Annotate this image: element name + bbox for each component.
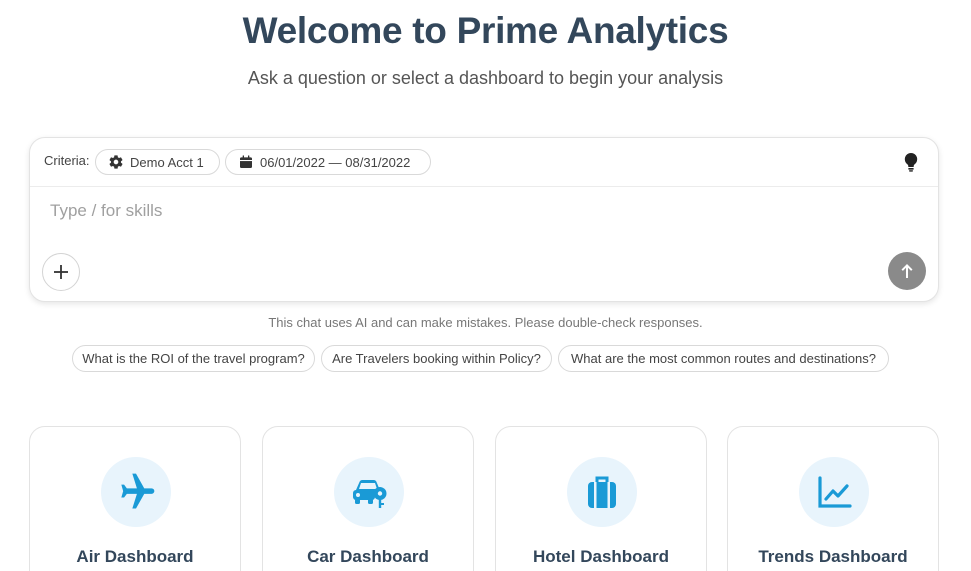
trends-dashboard-card[interactable]: Trends Dashboard xyxy=(727,426,939,571)
card-icon-circle xyxy=(101,457,171,527)
send-button[interactable] xyxy=(888,252,926,290)
suggestion-list: What is the ROI of the travel program? A… xyxy=(0,345,971,373)
suggestion-roi[interactable]: What is the ROI of the travel program? xyxy=(72,345,315,372)
calendar-icon xyxy=(238,154,254,170)
card-icon-circle xyxy=(799,457,869,527)
car-icon xyxy=(353,480,387,508)
luggage-icon xyxy=(588,476,616,508)
airplane-icon xyxy=(121,473,155,509)
ai-disclaimer: This chat uses AI and can make mistakes.… xyxy=(268,315,703,330)
card-icon-circle xyxy=(334,457,404,527)
page-subtitle: Ask a question or select a dashboard to … xyxy=(247,68,724,88)
gear-icon xyxy=(108,154,124,170)
arrow-up-icon xyxy=(901,264,913,278)
air-dashboard-card[interactable]: Air Dashboard xyxy=(29,426,241,571)
prompt-input[interactable] xyxy=(48,200,852,222)
hotel-dashboard-card[interactable]: Hotel Dashboard xyxy=(495,426,707,571)
dashboard-cards: Air Dashboard Car Dashboard Hotel Dashbo… xyxy=(0,426,971,571)
lightbulb-icon[interactable] xyxy=(902,152,920,172)
car-dashboard-card[interactable]: Car Dashboard xyxy=(262,426,474,571)
account-chip-label: Demo Acct 1 xyxy=(130,154,204,170)
plus-icon xyxy=(54,265,68,279)
page-title: Welcome to Prime Analytics xyxy=(242,10,729,51)
date-range-label: 06/01/2022 — 08/31/2022 xyxy=(260,154,411,170)
suggestion-routes[interactable]: What are the most common routes and dest… xyxy=(558,345,889,372)
date-range-chip[interactable]: 06/01/2022 — 08/31/2022 xyxy=(225,149,431,175)
welcome-page: Welcome to Prime Analytics Ask a questio… xyxy=(0,0,971,571)
card-label: Air Dashboard xyxy=(76,547,194,566)
account-chip[interactable]: Demo Acct 1 xyxy=(95,149,220,175)
card-label: Trends Dashboard xyxy=(758,547,908,566)
card-label: Hotel Dashboard xyxy=(532,547,670,566)
card-label: Car Dashboard xyxy=(307,547,429,566)
chat-box: Criteria: Demo Acct 1 06/01/2022 — 08/31… xyxy=(29,137,939,302)
criteria-label: Criteria: xyxy=(44,153,90,168)
add-button[interactable] xyxy=(42,253,80,291)
trend-chart-icon xyxy=(818,476,852,508)
card-icon-circle xyxy=(567,457,637,527)
suggestion-policy[interactable]: Are Travelers booking within Policy? xyxy=(321,345,552,372)
criteria-bar: Criteria: Demo Acct 1 06/01/2022 — 08/31… xyxy=(30,138,938,187)
